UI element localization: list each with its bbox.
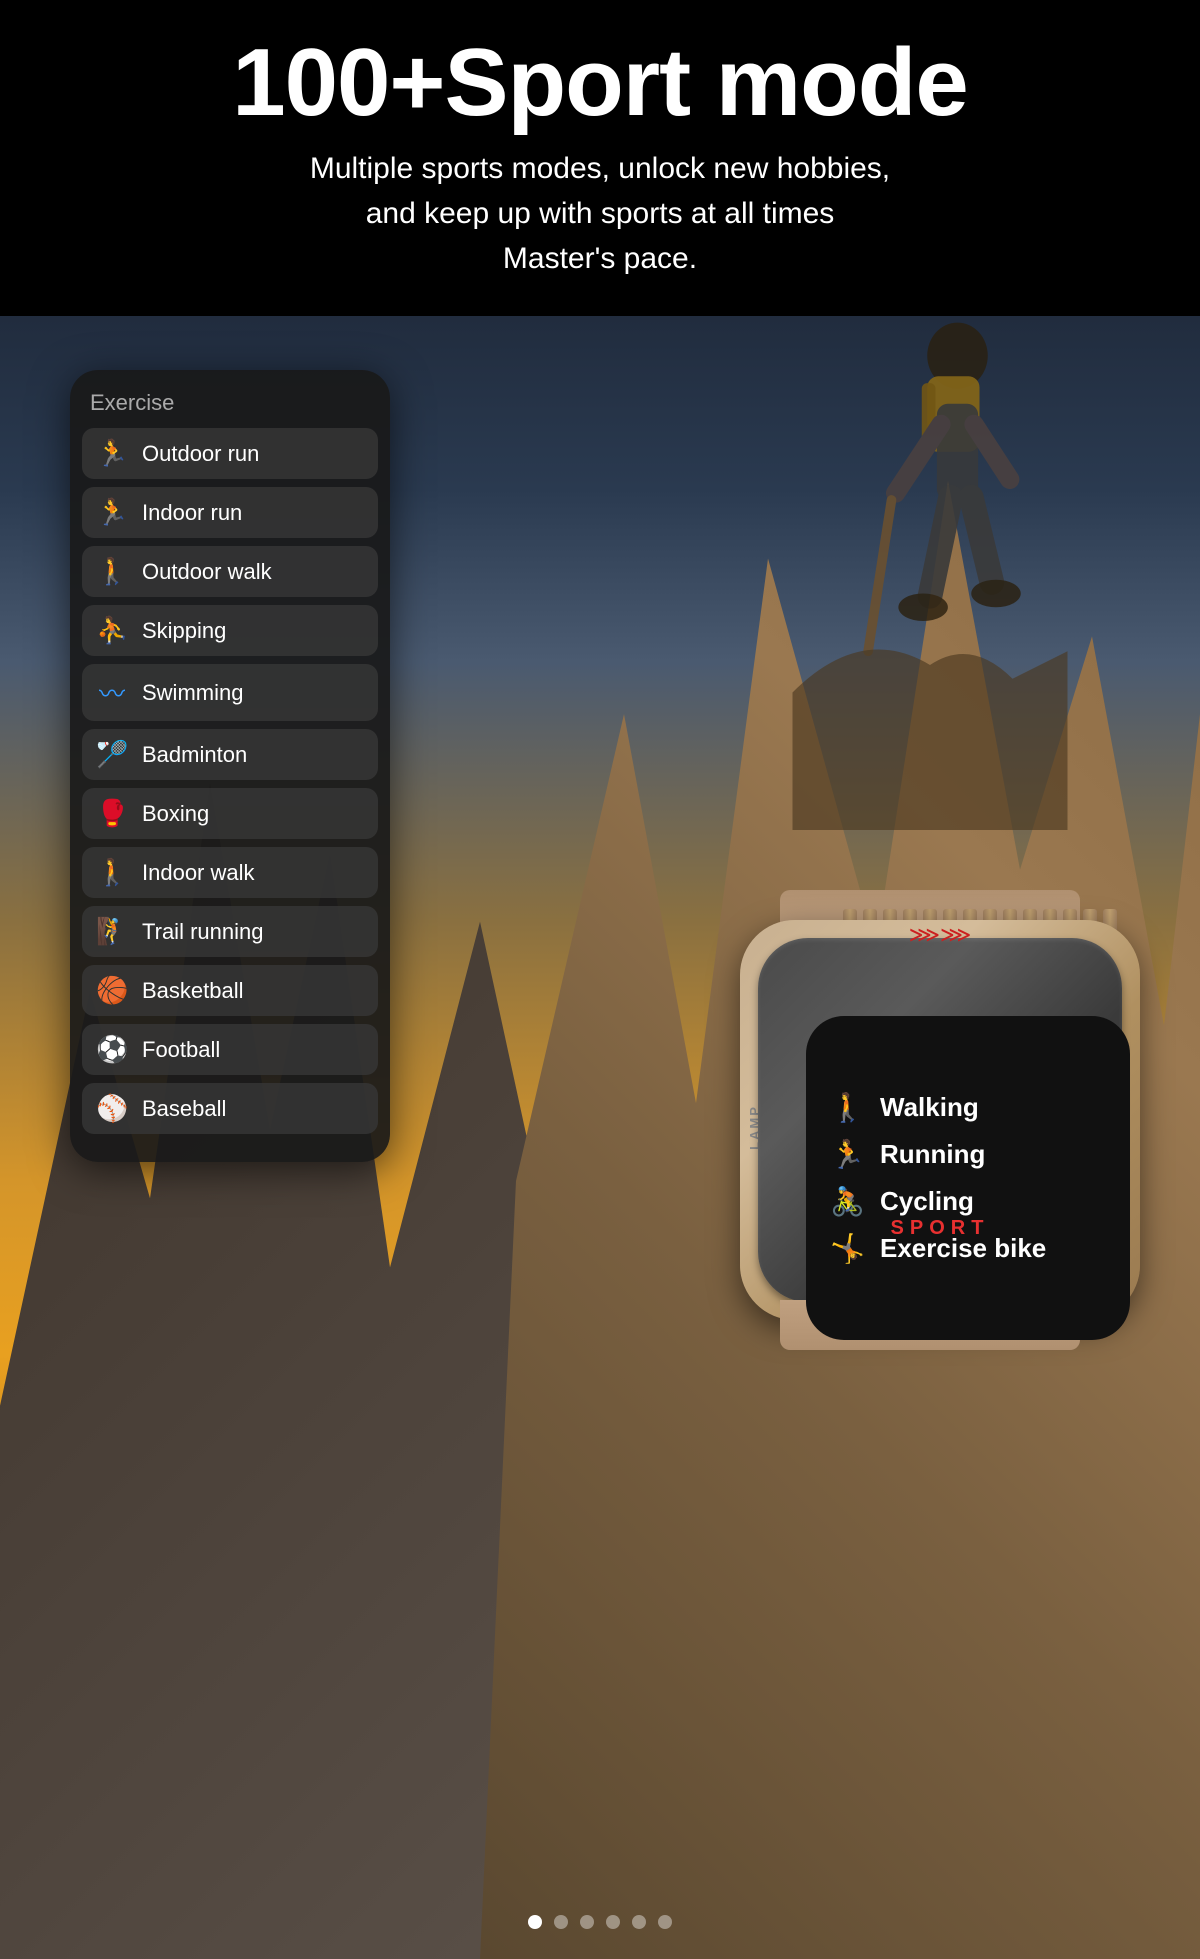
walking-watch-name: Walking bbox=[880, 1092, 979, 1123]
main-title: 100+Sport mode bbox=[60, 30, 1140, 136]
basketball-name: Basketball bbox=[142, 978, 244, 1004]
baseball-name: Baseball bbox=[142, 1096, 226, 1122]
football-icon: ⚽ bbox=[96, 1034, 128, 1065]
wing-logo: ⋙⋙ bbox=[909, 922, 972, 948]
exercise-item-outdoor-walk[interactable]: 🚶 Outdoor walk bbox=[82, 546, 378, 597]
exercise-item-swimming[interactable]: 〰 Swimming bbox=[82, 664, 378, 721]
swimming-icon: 〰 bbox=[96, 674, 128, 711]
exercise-item-trail-running[interactable]: 🧗 Trail running bbox=[82, 906, 378, 957]
indoor-run-name: Indoor run bbox=[142, 500, 242, 526]
exercise-item-outdoor-run[interactable]: 🏃 Outdoor run bbox=[82, 428, 378, 479]
watch-sport-walking: 🚶 Walking bbox=[830, 1091, 1106, 1124]
outdoor-run-name: Outdoor run bbox=[142, 441, 259, 467]
panel-label: Exercise bbox=[82, 390, 378, 416]
exercise-item-baseball[interactable]: ⚾ Baseball bbox=[82, 1083, 378, 1134]
outdoor-walk-name: Outdoor walk bbox=[142, 559, 272, 585]
exercise-panel: Exercise 🏃 Outdoor run 🏃 Indoor run 🚶 Ou… bbox=[70, 370, 390, 1162]
boxing-icon: 🥊 bbox=[96, 798, 128, 829]
indoor-walk-name: Indoor walk bbox=[142, 860, 255, 886]
hiker-silhouette bbox=[780, 280, 1080, 830]
exercise-item-boxing[interactable]: 🥊 Boxing bbox=[82, 788, 378, 839]
exercise-item-skipping[interactable]: ⛹ Skipping bbox=[82, 605, 378, 656]
dot-4[interactable] bbox=[632, 1915, 646, 1929]
subtitle-line2: and keep up with sports at all times bbox=[366, 197, 835, 230]
subtitle-line1: Multiple sports modes, unlock new hobbie… bbox=[310, 152, 890, 185]
basketball-icon: 🏀 bbox=[96, 975, 128, 1006]
watch-screen: 🚶 Walking 🏃 Running 🚴 Cycling 🤸 Exercise… bbox=[806, 1016, 1130, 1340]
football-name: Football bbox=[142, 1037, 220, 1063]
sport-label: SPORT bbox=[891, 1217, 990, 1240]
swimming-name: Swimming bbox=[142, 680, 243, 706]
outdoor-run-icon: 🏃 bbox=[96, 438, 128, 469]
dot-5[interactable] bbox=[658, 1915, 672, 1929]
subtitle: Multiple sports modes, unlock new hobbie… bbox=[60, 146, 1140, 281]
dot-0[interactable] bbox=[528, 1915, 542, 1929]
watch-bezel: 🚶 Walking 🏃 Running 🚴 Cycling 🤸 Exercise… bbox=[758, 938, 1122, 1302]
exercise-list: 🏃 Outdoor run 🏃 Indoor run 🚶 Outdoor wal… bbox=[82, 428, 378, 1134]
cycling-watch-name: Cycling bbox=[880, 1186, 974, 1217]
watch-sport-cycling: 🚴 Cycling bbox=[830, 1185, 1106, 1218]
indoor-walk-icon: 🚶 bbox=[96, 857, 128, 888]
indoor-run-icon: 🏃 bbox=[96, 497, 128, 528]
watch-body: ⋙⋙ LAMP POWER bbox=[730, 880, 1150, 1360]
exercise-item-badminton[interactable]: 🏸 Badminton bbox=[82, 729, 378, 780]
subtitle-line3: Master's pace. bbox=[503, 242, 697, 275]
badminton-icon: 🏸 bbox=[96, 739, 128, 770]
walking-watch-icon: 🚶 bbox=[830, 1091, 864, 1124]
skipping-icon: ⛹ bbox=[96, 615, 128, 646]
watch-container: ⋙⋙ LAMP POWER bbox=[730, 880, 1150, 1360]
running-watch-name: Running bbox=[880, 1139, 985, 1170]
watch-sport-running: 🏃 Running bbox=[830, 1138, 1106, 1171]
exercise-bike-watch-icon: 🤸 bbox=[830, 1232, 864, 1265]
running-watch-icon: 🏃 bbox=[830, 1138, 864, 1171]
boxing-name: Boxing bbox=[142, 801, 209, 827]
trail-running-name: Trail running bbox=[142, 919, 263, 945]
trail-running-icon: 🧗 bbox=[96, 916, 128, 947]
exercise-item-indoor-run[interactable]: 🏃 Indoor run bbox=[82, 487, 378, 538]
skipping-name: Skipping bbox=[142, 618, 226, 644]
baseball-icon: ⚾ bbox=[96, 1093, 128, 1124]
dot-1[interactable] bbox=[554, 1915, 568, 1929]
dot-2[interactable] bbox=[580, 1915, 594, 1929]
exercise-item-indoor-walk[interactable]: 🚶 Indoor walk bbox=[82, 847, 378, 898]
badminton-name: Badminton bbox=[142, 742, 247, 768]
exercise-item-football[interactable]: ⚽ Football bbox=[82, 1024, 378, 1075]
exercise-item-basketball[interactable]: 🏀 Basketball bbox=[82, 965, 378, 1016]
dots-indicator bbox=[0, 1915, 1200, 1929]
dot-3[interactable] bbox=[606, 1915, 620, 1929]
outdoor-walk-icon: 🚶 bbox=[96, 556, 128, 587]
cycling-watch-icon: 🚴 bbox=[830, 1185, 864, 1218]
watch-display: 🚶 Walking 🏃 Running 🚴 Cycling 🤸 Exercise… bbox=[806, 1016, 1130, 1340]
header: 100+Sport mode Multiple sports modes, un… bbox=[0, 0, 1200, 316]
